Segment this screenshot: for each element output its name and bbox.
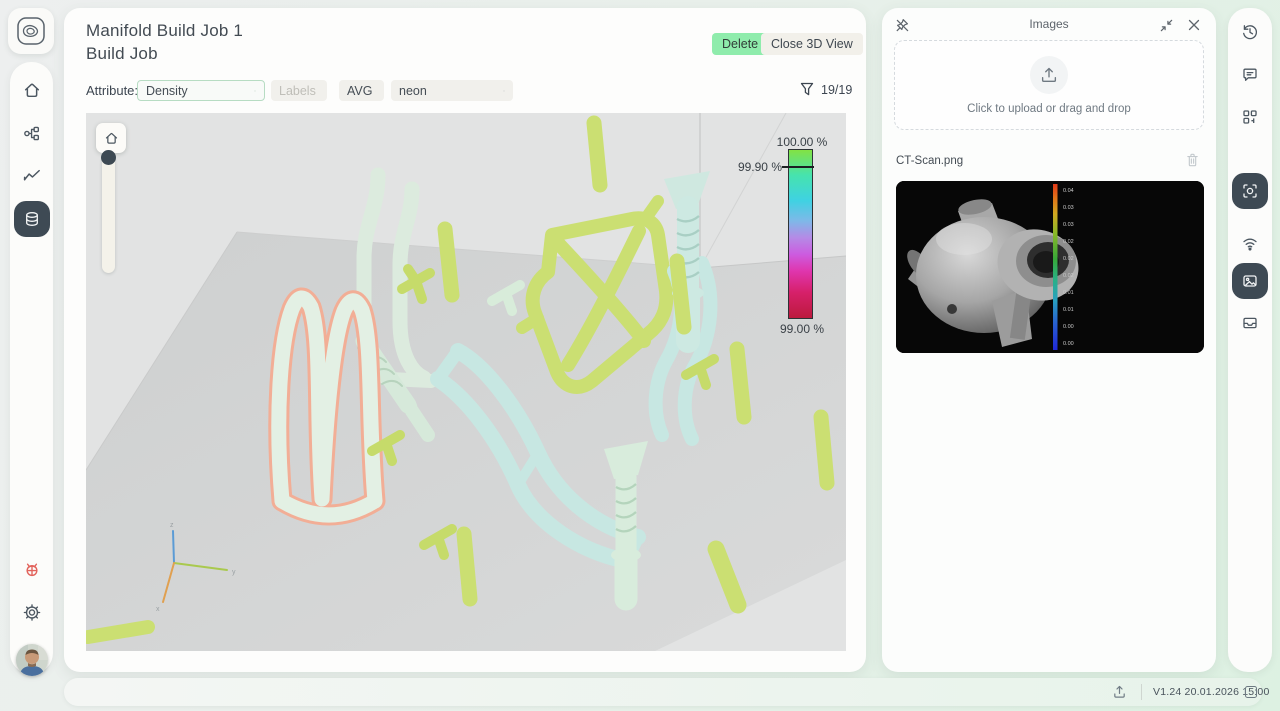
avatar[interactable]	[16, 644, 48, 676]
app-root: Manifold Build Job 1 Build Job Delete Cl…	[0, 0, 1280, 711]
scale-marker-line	[782, 166, 814, 168]
explode-slider-knob[interactable]	[101, 150, 116, 165]
svg-text:0.01: 0.01	[1063, 307, 1074, 313]
labels-select[interactable]: Labels	[271, 80, 327, 101]
sidebar-item-debug[interactable]	[22, 560, 41, 579]
chevron-down-icon	[316, 88, 324, 94]
inbox-icon	[1241, 314, 1259, 332]
colormap-select[interactable]: neon	[391, 80, 513, 101]
scale-max-label: 100.00 %	[762, 135, 842, 149]
svg-text:z: z	[170, 522, 174, 529]
upload-dropzone[interactable]: Click to upload or drag and drop	[894, 40, 1204, 130]
svg-text:0.02: 0.02	[1063, 239, 1074, 245]
svg-text:0.04: 0.04	[1063, 188, 1074, 194]
3d-scene: z y x	[86, 113, 846, 651]
ct-scan-image: 0.04 0.03 0.03 0.02 0.02 0.02 0.01 0.01 …	[896, 181, 1204, 353]
signal-icon	[1241, 234, 1259, 252]
trash-icon	[1185, 152, 1200, 168]
app-logo[interactable]	[8, 8, 54, 54]
sidebar-item-comments[interactable]	[1241, 66, 1259, 84]
sidebar-item-scan-active[interactable]	[1232, 173, 1268, 209]
aggregation-select[interactable]: AVG	[339, 80, 384, 101]
delete-file-button[interactable]	[1185, 152, 1200, 168]
sidebar-item-history[interactable]	[1241, 23, 1259, 41]
svg-text:0.02: 0.02	[1063, 273, 1074, 279]
attribute-select[interactable]: Density	[137, 80, 265, 101]
home-view-icon	[104, 131, 119, 146]
logo-icon	[16, 16, 46, 46]
controls-row: Attribute: Density Labels AVG neon	[64, 80, 866, 101]
collapse-panel-button[interactable]	[1159, 18, 1174, 33]
camera-scan-icon	[1241, 182, 1259, 200]
upload-icon-circle	[1030, 56, 1068, 94]
3d-viewport[interactable]: z y x 100.00 % 99.90 % 99.00 %	[86, 113, 846, 651]
aggregation-select-value: AVG	[347, 84, 372, 98]
filter-group[interactable]: 19/19	[800, 82, 852, 97]
stop-square-button[interactable]	[1245, 686, 1257, 698]
main-panel: Manifold Build Job 1 Build Job Delete Cl…	[64, 8, 866, 672]
history-icon	[1241, 23, 1259, 41]
attribute-select-value: Density	[146, 84, 188, 98]
filter-count: 19/19	[821, 83, 852, 97]
delete-button[interactable]: Delete	[712, 33, 768, 55]
color-scale-bar	[788, 149, 813, 319]
sidebar-item-data-active[interactable]	[14, 201, 50, 237]
right-sidebar	[1228, 8, 1272, 672]
bug-icon	[22, 560, 41, 579]
page-subtitle: Build Job	[86, 44, 158, 64]
colormap-select-value: neon	[399, 84, 427, 98]
reset-view-button[interactable]	[96, 123, 126, 153]
chevron-down-icon	[495, 88, 505, 94]
sidebar-item-home[interactable]	[22, 81, 41, 100]
svg-text:y: y	[232, 569, 236, 576]
upload-hint-text: Click to upload or drag and drop	[967, 103, 1131, 115]
explode-slider-track[interactable]	[102, 155, 115, 273]
svg-text:0.00: 0.00	[1063, 324, 1074, 330]
export-button[interactable]	[1112, 684, 1127, 700]
avatar-photo	[16, 644, 48, 676]
close-3d-view-button[interactable]: Close 3D View	[761, 33, 863, 55]
svg-text:0.03: 0.03	[1063, 205, 1074, 211]
status-divider	[1141, 684, 1142, 700]
chevron-down-icon	[246, 88, 256, 94]
sidebar-item-apps[interactable]	[1241, 108, 1259, 126]
sidebar-item-inbox[interactable]	[1241, 314, 1259, 332]
gear-icon	[22, 603, 41, 622]
page-title: Manifold Build Job 1	[86, 21, 243, 41]
sidebar-item-workflow[interactable]	[22, 124, 41, 143]
svg-text:0.01: 0.01	[1063, 290, 1074, 296]
workflow-icon	[22, 124, 41, 143]
collapse-icon	[1159, 18, 1174, 33]
sidebar-item-settings[interactable]	[22, 603, 41, 622]
home-icon	[22, 81, 41, 100]
svg-text:0.02: 0.02	[1063, 256, 1074, 262]
image-gallery-icon	[1241, 272, 1259, 290]
comments-icon	[1241, 66, 1259, 84]
apps-grid-icon	[1241, 108, 1259, 126]
export-icon	[1112, 684, 1127, 700]
sidebar-item-analytics[interactable]	[22, 166, 42, 185]
file-name: CT-Scan.png	[896, 155, 963, 167]
left-sidebar	[10, 62, 53, 674]
chart-icon	[22, 166, 42, 185]
status-bar: V1.24 20.01.2026 15:00	[64, 678, 1262, 706]
images-panel: Images Click to upload or drag and drop …	[882, 8, 1216, 672]
ct-scan-thumbnail[interactable]: 0.04 0.03 0.03 0.02 0.02 0.02 0.01 0.01 …	[896, 181, 1204, 353]
sidebar-item-images-active[interactable]	[1232, 263, 1268, 299]
svg-text:x: x	[156, 606, 160, 613]
labels-select-value: Labels	[279, 84, 316, 98]
close-panel-button[interactable]	[1186, 17, 1202, 33]
svg-text:0.00: 0.00	[1063, 341, 1074, 347]
scale-marker-label: 99.90 %	[682, 160, 782, 174]
chevron-down-icon	[372, 88, 376, 94]
filter-icon	[800, 82, 814, 97]
scale-min-label: 99.00 %	[762, 322, 842, 336]
attribute-label: Attribute:	[86, 83, 138, 98]
upload-icon	[1039, 65, 1059, 85]
sidebar-item-signal[interactable]	[1241, 234, 1259, 252]
database-icon	[23, 210, 41, 228]
svg-text:0.03: 0.03	[1063, 222, 1074, 228]
close-icon	[1186, 17, 1202, 33]
